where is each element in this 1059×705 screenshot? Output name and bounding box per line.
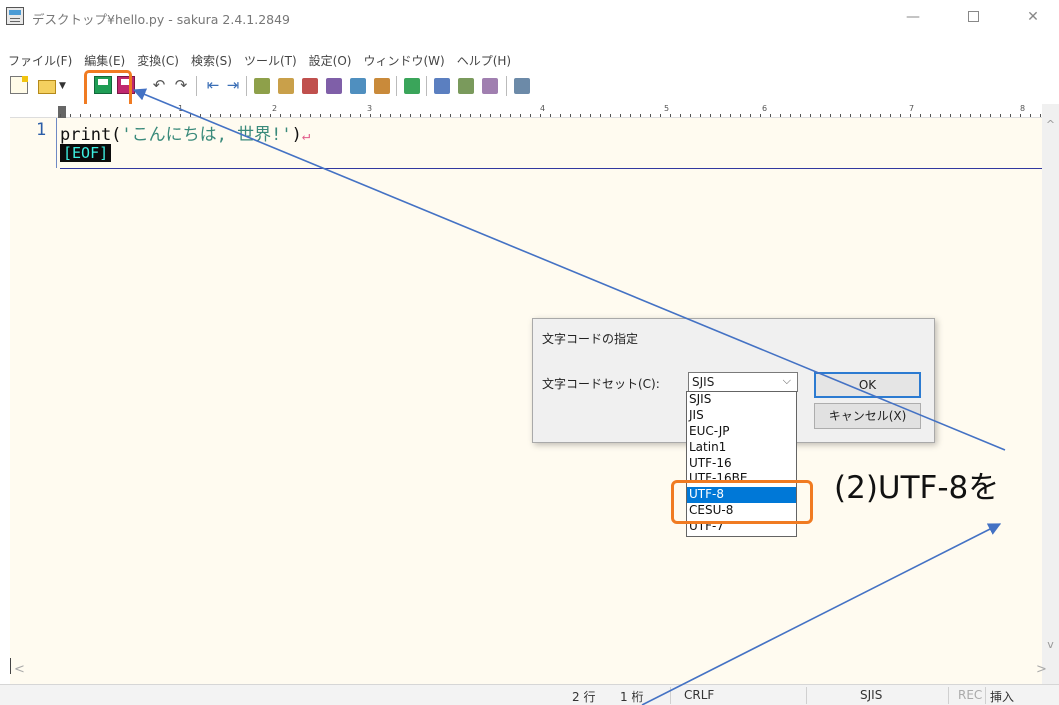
ok-button[interactable]: OK: [814, 372, 921, 398]
menu-convert[interactable]: 変換(C): [130, 50, 184, 72]
ruler-label: 8: [1020, 104, 1026, 113]
status-line-ending[interactable]: CRLF: [684, 688, 714, 702]
app-icon: [6, 7, 24, 25]
menu-bar: ファイル(F) 編集(E) 変換(C) 検索(S) ツール(T) 設定(O) ウ…: [0, 50, 516, 72]
status-encoding[interactable]: SJIS: [860, 688, 882, 702]
ruler-label: 6: [762, 104, 768, 113]
toolbar-separator: [506, 76, 507, 96]
line-number: 1: [36, 120, 47, 140]
code-line[interactable]: print('こんにちは, 世界!')↵: [60, 120, 310, 145]
charset-option[interactable]: SJIS: [687, 392, 796, 408]
jump-back-icon[interactable]: ⇤: [204, 76, 222, 94]
code-paren: ): [291, 125, 302, 145]
eof-marker: [EOF]: [60, 144, 112, 162]
jump-forward-icon[interactable]: ⇥: [224, 76, 242, 94]
toolbar-separator: [396, 76, 397, 96]
menu-edit[interactable]: 編集(E): [77, 50, 130, 72]
utf8-highlight-box: [671, 480, 813, 524]
menu-window[interactable]: ウィンドウ(W): [356, 50, 449, 72]
search-prev-icon[interactable]: [302, 78, 318, 94]
status-divider: [806, 687, 807, 704]
status-divider: [948, 687, 949, 704]
gutter-divider: [56, 118, 57, 168]
annotation-callout: (2)UTF-8を: [834, 470, 1000, 506]
title-bar: デスクトップ¥hello.py - sakura 2.4.1.2849 — ✕: [0, 0, 1059, 34]
menu-file[interactable]: ファイル(F): [0, 50, 77, 72]
vertical-scrollbar[interactable]: ^ v: [1042, 104, 1059, 686]
status-insert-mode[interactable]: 挿入: [990, 688, 1014, 705]
status-divider: [985, 687, 986, 704]
maximize-button[interactable]: [950, 0, 996, 34]
scroll-up-icon[interactable]: ^: [1042, 118, 1059, 131]
minimize-button[interactable]: —: [890, 0, 936, 34]
toolbar-separator: [196, 76, 197, 96]
status-line: 2 行: [572, 690, 596, 704]
charset-label: 文字コードセット(C):: [542, 377, 660, 391]
undo-icon[interactable]: ↶: [150, 76, 168, 94]
charset-option[interactable]: Latin1: [687, 440, 796, 456]
chevron-down-icon: ⌵: [782, 374, 791, 387]
ruler-label: 4: [540, 104, 546, 113]
close-button[interactable]: ✕: [1010, 0, 1056, 34]
charset-selected-value: SJIS: [692, 375, 715, 389]
maximize-icon: [967, 11, 979, 22]
text-caret: [10, 658, 11, 674]
ruler-label: 5: [664, 104, 670, 113]
grep-replace-icon[interactable]: [374, 78, 390, 94]
ruler: 1 2 3 4 5 6 7 8: [10, 104, 1042, 118]
menu-settings[interactable]: 設定(O): [302, 50, 357, 72]
outline-icon[interactable]: [458, 78, 474, 94]
menu-tools[interactable]: ツール(T): [237, 50, 302, 72]
toolbar: ▼ ↶ ↷ ⇤ ⇥: [0, 73, 1059, 99]
cancel-button[interactable]: キャンセル(X): [814, 403, 921, 429]
menu-search[interactable]: 検索(S): [184, 50, 237, 72]
open-folder-icon[interactable]: [38, 80, 56, 94]
code-function: print(: [60, 125, 122, 145]
ruler-label: 3: [367, 104, 373, 113]
code-string: 'こんにちは, 世界!': [121, 125, 292, 145]
ruler-ticks: [60, 114, 1042, 117]
ruler-label: 1: [178, 104, 184, 113]
tag-jump-icon[interactable]: [404, 78, 420, 94]
status-rec: REC: [958, 688, 983, 702]
dialog-title: 文字コードの指定: [542, 332, 639, 346]
window-title: デスクトップ¥hello.py - sakura 2.4.1.2849: [32, 12, 291, 27]
eol-icon: ↵: [301, 128, 311, 144]
open-dropdown-icon[interactable]: ▼: [59, 81, 66, 91]
grep-icon[interactable]: [350, 78, 366, 94]
replace-icon[interactable]: [326, 78, 342, 94]
charset-option[interactable]: UTF-16: [687, 456, 796, 472]
search-next-icon[interactable]: [278, 78, 294, 94]
cursor-line: [60, 168, 1042, 169]
scroll-right-icon[interactable]: >: [1036, 662, 1047, 677]
toolbar-separator: [426, 76, 427, 96]
settings-icon[interactable]: [514, 78, 530, 94]
status-column: 1 桁: [620, 690, 644, 704]
menu-help[interactable]: ヘルプ(H): [450, 50, 516, 72]
toolbar-separator: [246, 76, 247, 96]
redo-icon[interactable]: ↷: [172, 76, 190, 94]
compare-icon[interactable]: [434, 78, 450, 94]
status-divider: [670, 687, 671, 704]
function-list-icon[interactable]: [482, 78, 498, 94]
status-bar: 2 行 1 桁 CRLF SJIS REC 挿入: [0, 684, 1059, 705]
charset-select[interactable]: SJIS ⌵: [688, 372, 798, 392]
charset-option[interactable]: EUC-JP: [687, 424, 796, 440]
new-file-icon[interactable]: [10, 76, 28, 94]
ruler-label: 7: [909, 104, 915, 113]
ruler-label: 2: [272, 104, 278, 113]
charset-option[interactable]: JIS: [687, 408, 796, 424]
search-icon[interactable]: [254, 78, 270, 94]
scroll-left-icon[interactable]: <: [14, 662, 25, 677]
scroll-down-icon[interactable]: v: [1042, 638, 1059, 651]
